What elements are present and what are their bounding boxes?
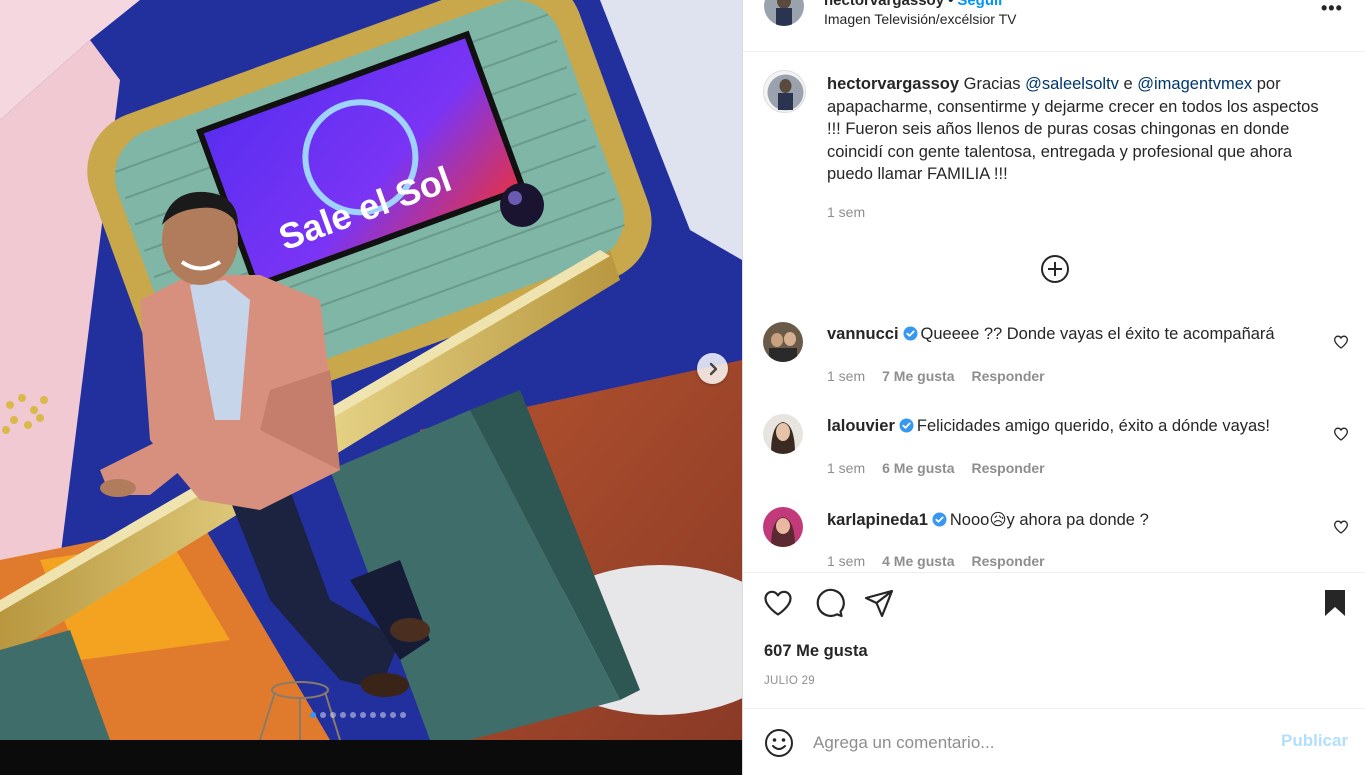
mention-imagentvmex[interactable]: @imagentvmex [1137, 75, 1252, 93]
commenter-username[interactable]: lalouvier [827, 417, 895, 435]
post-header: hectorvargassoy • Seguir Imagen Televisión… [743, 0, 1365, 52]
comment-timestamp[interactable]: 1 sem [827, 368, 865, 384]
caption-text: hectorvargassoy Gracias @saleelsoltv e @… [827, 73, 1332, 186]
carousel-dot [350, 712, 356, 718]
add-comment-bar: Publicar [743, 708, 1365, 775]
instagram-post-view: Sale el Sol hectorvargassoy • Seguir Ima… [0, 0, 1365, 775]
mention-saleelsoltv[interactable]: @saleelsoltv [1025, 75, 1119, 93]
comment-likes[interactable]: 4 Me gusta [882, 553, 954, 569]
bookmark-saved-icon[interactable] [1319, 587, 1351, 619]
carousel-dot [400, 712, 406, 718]
load-more-comments-icon[interactable] [1040, 254, 1070, 284]
reply-button[interactable]: Responder [971, 553, 1044, 569]
verified-badge-icon [903, 326, 918, 341]
caption-author-avatar[interactable] [763, 70, 806, 113]
caption-username[interactable]: hectorvargassoy [827, 75, 959, 93]
chevron-right-icon [709, 362, 717, 375]
comment-text: Queeee ?? Donde vayas el éxito te acompa… [920, 325, 1275, 343]
carousel-dot [370, 712, 376, 718]
comment-item: vannucci Queeee ?? Donde vayas el éxito t… [763, 322, 1353, 392]
post-actions-bar: 607 Me gusta JULIO 29 [743, 572, 1365, 708]
commenter-avatar[interactable] [763, 507, 803, 547]
reply-button[interactable]: Responder [971, 368, 1044, 384]
post-likes-count[interactable]: 607 Me gusta [764, 642, 868, 661]
media-bottom-strip [0, 740, 742, 775]
comment-likes[interactable]: 7 Me gusta [882, 368, 954, 384]
comment-input[interactable] [813, 729, 1253, 757]
commenter-username[interactable]: karlapineda1 [827, 511, 928, 529]
post-location[interactable]: Imagen Televisión/excélsior TV [824, 11, 1016, 27]
caption-text-a: Gracias [959, 75, 1026, 93]
like-heart-icon[interactable] [762, 587, 794, 619]
carousel-dot [330, 712, 336, 718]
post-image-panel: Sale el Sol [0, 0, 742, 740]
header-separator: • [948, 0, 954, 9]
comment-text-b: y ahora pa donde ? [1006, 511, 1149, 529]
carousel-dot [390, 712, 396, 718]
share-send-icon[interactable] [863, 587, 895, 619]
caption-text-b: e [1118, 75, 1138, 93]
carousel-dot [340, 712, 346, 718]
comment-text: Felicidades amigo querido, éxito a dónde… [916, 417, 1271, 435]
comment-text-a: Nooo [949, 511, 990, 529]
comment-likes[interactable]: 6 Me gusta [882, 460, 954, 476]
comment-like-heart-icon[interactable] [1333, 334, 1349, 350]
comment-timestamp[interactable]: 1 sem [827, 460, 865, 476]
carousel-next-button[interactable] [697, 353, 728, 384]
author-username[interactable]: hectorvargassoy [824, 0, 944, 9]
follow-button[interactable]: Seguir [957, 0, 1004, 9]
comment-like-heart-icon[interactable] [1333, 426, 1349, 442]
more-options-button[interactable]: ••• [1321, 0, 1343, 19]
comment-like-heart-icon[interactable] [1333, 519, 1349, 535]
commenter-avatar[interactable] [763, 322, 803, 362]
post-date[interactable]: JULIO 29 [764, 675, 815, 687]
comment-timestamp[interactable]: 1 sem [827, 553, 865, 569]
carousel-dot [320, 712, 326, 718]
caption-timestamp[interactable]: 1 sem [827, 204, 865, 220]
carousel-dot [360, 712, 366, 718]
carousel-dot [380, 712, 386, 718]
emoji-smiley-icon[interactable] [763, 727, 795, 759]
verified-badge-icon [899, 418, 914, 433]
comment-item: lalouvier Felicidades amigo querido, éxit… [763, 414, 1353, 484]
commenter-username[interactable]: vannucci [827, 325, 899, 343]
carousel-dot [310, 712, 316, 718]
crying-emoji: 😥 [989, 511, 1007, 529]
post-details-panel: hectorvargassoy • Seguir Imagen Televisión… [742, 0, 1365, 775]
commenter-avatar[interactable] [763, 414, 803, 454]
author-avatar[interactable] [764, 0, 804, 26]
comment-bubble-icon[interactable] [813, 587, 845, 619]
reply-button[interactable]: Responder [971, 460, 1044, 476]
verified-badge-icon [932, 512, 947, 527]
publish-button[interactable]: Publicar [1281, 731, 1348, 751]
comment-item: karlapineda1 Nooo😥y ahora pa donde ? 1 se… [763, 507, 1353, 577]
post-photo: Sale el Sol [0, 0, 742, 740]
carousel-indicator [310, 712, 406, 718]
